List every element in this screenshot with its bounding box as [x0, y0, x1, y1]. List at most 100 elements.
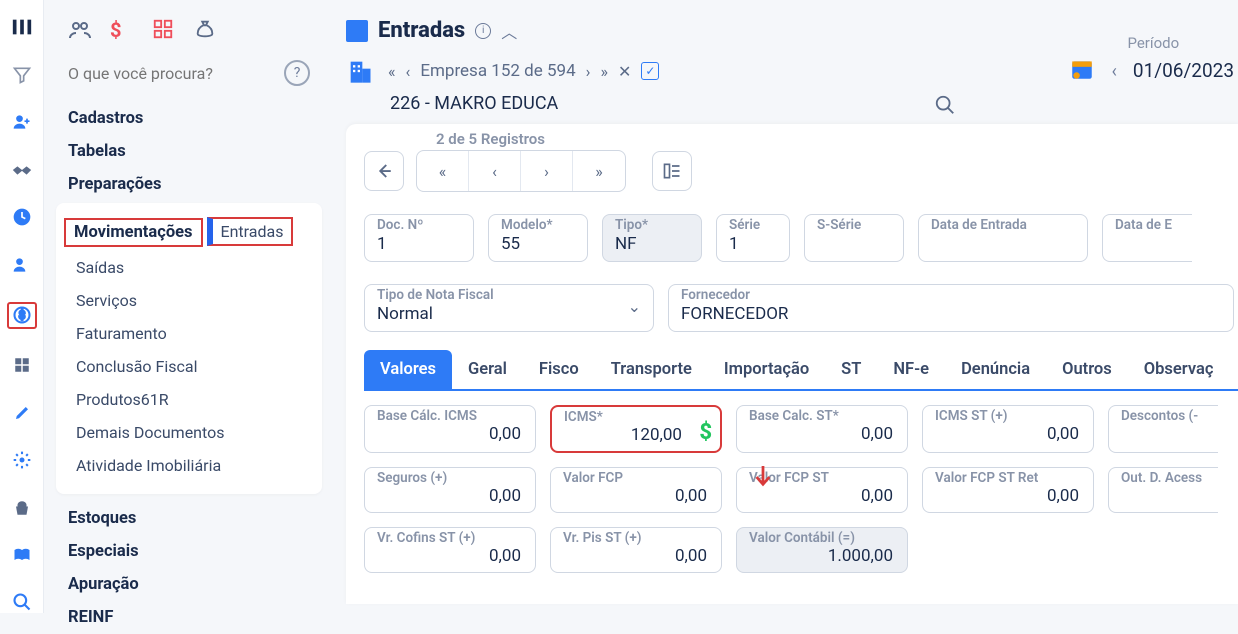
field-fornecedor[interactable]: Fornecedor FORNECEDOR — [668, 284, 1234, 332]
label-dataent: Data de Entrada — [931, 217, 1075, 233]
field-cofst[interactable]: Vr. Cofins ST (+) 0,00 — [364, 527, 536, 573]
back-button[interactable] — [364, 151, 404, 191]
nav-tabelas[interactable]: Tabelas — [56, 135, 322, 168]
people-icon[interactable] — [68, 18, 92, 42]
sub-demais[interactable]: Demais Documentos — [68, 416, 310, 449]
dollar-icon[interactable]: $ — [110, 18, 134, 42]
sub-entradas[interactable]: Entradas — [207, 217, 294, 246]
field-modelo[interactable]: Modelo* 55 — [488, 214, 588, 262]
value-datae — [1115, 233, 1180, 255]
company-pager: « ‹ Empresa 152 de 594 › » ✕ ✓ — [388, 61, 659, 81]
field-descontos[interactable]: Descontos (- — [1108, 405, 1218, 453]
tab-geral[interactable]: Geral — [452, 350, 523, 389]
nav-preparacoes[interactable]: Preparações — [56, 168, 322, 201]
pager-first-icon[interactable]: « — [417, 151, 469, 191]
sub-produtos61r[interactable]: Produtos61R — [68, 383, 310, 416]
nav-estoques[interactable]: Estoques — [56, 502, 322, 535]
grid-icon[interactable] — [152, 18, 176, 42]
company-last-icon[interactable]: » — [600, 62, 608, 81]
cog-icon[interactable] — [10, 450, 34, 471]
logo-icon[interactable] — [10, 16, 34, 38]
monitor-icon — [346, 20, 368, 42]
field-outacess[interactable]: Out. D. Acess — [1108, 467, 1218, 513]
field-pisst[interactable]: Vr. Pis ST (+) 0,00 — [550, 527, 722, 573]
nav-apuracao[interactable]: Apuração — [56, 568, 322, 601]
sub-faturamento[interactable]: Faturamento — [68, 317, 310, 350]
sub-servicos[interactable]: Serviços — [68, 284, 310, 317]
field-sserie[interactable]: S-Série — [804, 214, 904, 262]
period-prev-icon[interactable]: ‹ — [1111, 61, 1116, 82]
nav-cadastros[interactable]: Cadastros — [56, 102, 322, 135]
moneybag-icon[interactable] — [194, 18, 218, 42]
company-pager-text: Empresa 152 de 594 — [420, 61, 575, 81]
tab-fisco[interactable]: Fisco — [523, 350, 595, 389]
values-row-1: Base Cálc. ICMS 0,00 ICMS* 120,00 $ Base… — [364, 405, 1238, 453]
value-icms: 120,00 — [564, 425, 708, 445]
label-vcontabil: Valor Contábil (=) — [749, 530, 895, 546]
value-outacess — [1121, 486, 1206, 506]
tab-importacao[interactable]: Importação — [708, 350, 825, 389]
period-label: Período — [1127, 34, 1179, 52]
field-bcst[interactable]: Base Calc. ST* 0,00 — [736, 405, 908, 453]
label-tiponf: Tipo de Nota Fiscal — [377, 287, 628, 303]
search-input[interactable] — [68, 64, 274, 83]
field-bcicms[interactable]: Base Cálc. ICMS 0,00 — [364, 405, 536, 453]
users-icon[interactable] — [10, 254, 34, 275]
field-datae[interactable]: Data de E — [1102, 214, 1192, 262]
sub-saidas[interactable]: Saídas — [68, 251, 310, 284]
nav-reinf[interactable]: REINF — [56, 601, 322, 634]
label-serie: Série — [729, 217, 777, 233]
pager-prev-icon[interactable]: ‹ — [469, 151, 521, 191]
value-serie: 1 — [729, 233, 777, 255]
handshake-icon[interactable] — [10, 159, 34, 181]
collapse-caret-icon[interactable]: ︿ — [501, 19, 517, 43]
field-docn[interactable]: Doc. Nº 1 — [364, 214, 474, 262]
company-next-icon[interactable]: › — [586, 62, 591, 81]
tab-obs[interactable]: Observaç — [1128, 350, 1230, 389]
tab-outros[interactable]: Outros — [1046, 350, 1128, 389]
help-icon[interactable]: ? — [284, 60, 310, 86]
tab-st[interactable]: ST — [825, 350, 877, 389]
bag-icon[interactable] — [10, 497, 34, 518]
pager-group: « ‹ › » — [416, 150, 626, 192]
calculator-icon[interactable] — [10, 355, 34, 376]
person-plus-icon[interactable] — [10, 111, 34, 132]
field-dataent[interactable]: Data de Entrada — [918, 214, 1088, 262]
company-search-icon[interactable] — [934, 94, 956, 116]
pen-icon[interactable] — [10, 402, 34, 423]
clock-icon[interactable] — [10, 207, 34, 228]
tab-valores[interactable]: Valores — [364, 350, 452, 389]
main: Entradas i ︿ « ‹ Empresa 152 de 594 › » … — [334, 0, 1238, 613]
detail-view-button[interactable] — [652, 151, 692, 191]
company-close-icon[interactable]: ✕ — [618, 62, 631, 81]
field-fcpstret[interactable]: Valor FCP ST Ret 0,00 — [922, 467, 1094, 513]
company-prev-icon[interactable]: ‹ — [406, 62, 411, 81]
field-serie[interactable]: Série 1 — [716, 214, 790, 262]
company-first-icon[interactable]: « — [388, 62, 396, 81]
label-seguros: Seguros (+) — [377, 470, 523, 486]
field-icmsst[interactable]: ICMS ST (+) 0,00 — [922, 405, 1094, 453]
field-fcp[interactable]: Valor FCP 0,00 — [550, 467, 722, 513]
field-icms[interactable]: ICMS* 120,00 $ — [550, 405, 722, 453]
icon-rail: $ — [0, 0, 44, 613]
book-icon[interactable] — [10, 544, 34, 565]
money-icon[interactable]: $ — [7, 302, 37, 329]
nav-especiais[interactable]: Especiais — [56, 535, 322, 568]
field-tiponf[interactable]: Tipo de Nota Fiscal Normal ⌄ — [364, 284, 654, 332]
tab-transporte[interactable]: Transporte — [595, 350, 708, 389]
info-icon[interactable]: i — [475, 23, 491, 39]
period-block: Período ‹ 01/06/2023 — [1069, 56, 1238, 82]
funnel-icon[interactable] — [10, 64, 34, 85]
nav-movimentacoes[interactable]: Movimentações — [64, 218, 203, 247]
tab-denuncia[interactable]: Denúncia — [945, 350, 1046, 389]
pager-next-icon[interactable]: › — [521, 151, 573, 191]
sub-atividade[interactable]: Atividade Imobiliária — [68, 449, 310, 482]
tab-nfe[interactable]: NF-e — [877, 350, 945, 389]
company-check-icon[interactable]: ✓ — [641, 62, 659, 80]
field-seguros[interactable]: Seguros (+) 0,00 — [364, 467, 536, 513]
sub-conclusao[interactable]: Conclusão Fiscal — [68, 350, 310, 383]
red-arrow-icon — [752, 464, 774, 490]
calendar-icon[interactable] — [1069, 56, 1095, 82]
pager-last-icon[interactable]: » — [573, 151, 625, 191]
magnify-icon[interactable] — [10, 592, 34, 613]
